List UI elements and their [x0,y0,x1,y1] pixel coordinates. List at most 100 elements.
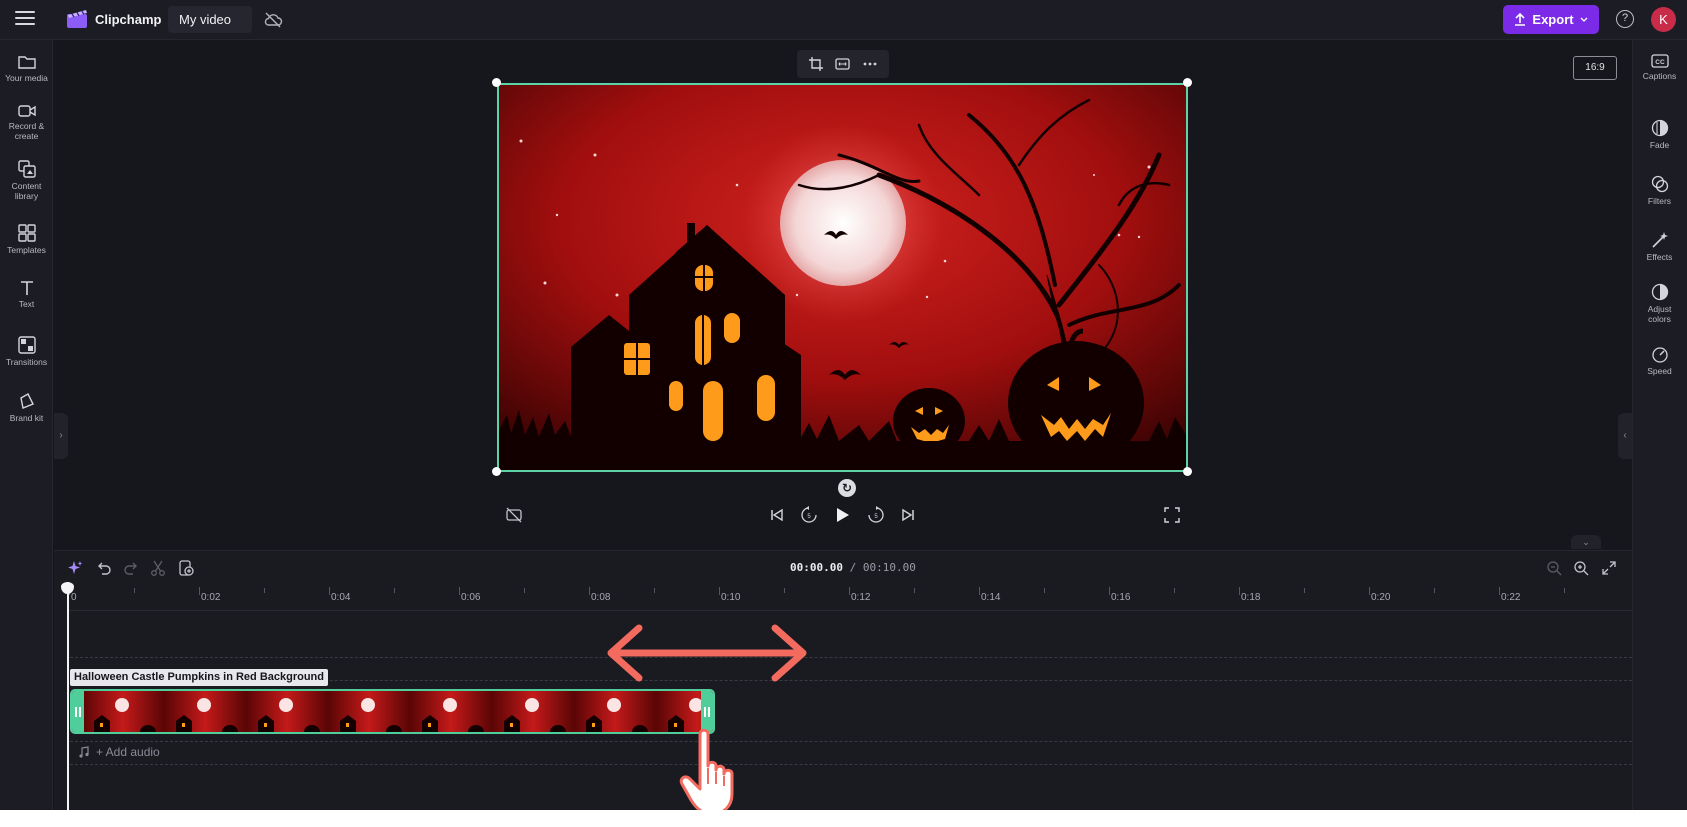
forward-5s-icon[interactable]: 5 [866,505,886,525]
resize-handle-bottom-right[interactable] [1183,467,1192,476]
sidebar-label: Templates [7,245,46,255]
sidebar-label: Speed [1647,366,1672,376]
sidebar-item-captions[interactable]: CC Captions [1633,54,1686,81]
rotate-icon[interactable]: ↻ [838,479,856,497]
export-label: Export [1532,12,1574,27]
undo-icon[interactable] [95,559,113,577]
sidebar-item-templates[interactable]: Templates [0,224,53,255]
ruler-minor-tick [1044,588,1045,593]
svg-text:5: 5 [874,514,878,520]
sidebar-label: Filters [1647,196,1672,206]
magic-sparkle-icon[interactable] [66,559,84,577]
sidebar-label: Transitions [5,357,48,367]
effects-icon [1651,232,1668,248]
resize-handle-bottom-left[interactable] [492,467,501,476]
redo-icon[interactable] [122,559,140,577]
double-arrow-icon [607,624,807,682]
ruler-tick [589,587,590,595]
ruler-label: 0:22 [1501,592,1521,603]
zoom-in-icon[interactable] [1572,559,1590,577]
sidebar-item-filters[interactable]: Filters [1633,175,1686,206]
halloween-scene-image [499,85,1186,470]
clip-thumbnail [410,691,492,732]
fit-timeline-icon[interactable] [1600,559,1618,577]
ruler-tick [1499,587,1500,595]
sidebar-item-record-create[interactable]: Record & create [0,104,53,141]
rewind-5s-icon[interactable]: 5 [799,505,819,525]
ruler-minor-tick [134,588,135,593]
preview-toolbar [797,50,889,78]
avatar[interactable]: K [1651,7,1676,32]
skip-forward-icon[interactable] [898,505,918,525]
ruler-label: 0:08 [591,592,611,603]
cloud-off-icon[interactable] [263,11,283,29]
playhead-line[interactable] [67,582,69,827]
sidebar-label: Fade [1649,140,1670,150]
zoom-out-icon[interactable] [1545,559,1563,577]
project-name-field[interactable]: My video [168,6,252,33]
camera-icon [17,105,36,117]
sidebar-label: Captions [1642,71,1677,81]
hide-preview-icon[interactable] [504,505,524,525]
ruler-label: 0:02 [201,592,221,603]
clip-title: Halloween Castle Pumpkins in Red Backgro… [70,669,328,686]
sidebar-label-line2: library [14,191,39,201]
ruler-tick [459,587,460,595]
export-button[interactable]: Export [1503,5,1599,34]
clipchamp-logo-icon [67,10,87,28]
video-clip[interactable] [70,689,715,734]
ruler-label: 0:04 [331,592,351,603]
ruler-tick [979,587,980,595]
templates-icon [17,224,36,242]
sidebar-label-line2: colors [1648,314,1671,324]
fade-icon [1651,119,1668,137]
clip-trim-handle-left[interactable] [72,691,84,732]
split-scissors-icon[interactable] [149,559,167,577]
empty-track-divider [70,657,1632,658]
menu-icon[interactable] [15,11,35,27]
sidebar-label: Your media [5,73,48,83]
crop-icon[interactable] [809,57,824,71]
fit-icon[interactable] [835,58,851,70]
sidebar-item-transitions[interactable]: Transitions [0,336,53,367]
collapse-timeline-icon[interactable]: ⌄ [1571,535,1601,549]
aspect-ratio-button[interactable]: 16:9 [1573,56,1617,80]
ruler-minor-tick [1434,588,1435,593]
sidebar-item-brand-kit[interactable]: Brand kit [0,392,53,423]
sidebar-label: Content [11,181,42,191]
sidebar-item-content-library[interactable]: Content library [0,160,53,201]
ruler-label: 0:06 [461,592,481,603]
ruler-tick [199,587,200,595]
clip-thumbnail [574,691,656,732]
sidebar-item-speed[interactable]: Speed [1633,345,1686,376]
clip-thumbnails-image [82,691,713,732]
resize-handle-top-right[interactable] [1183,78,1192,87]
clip-trim-handle-right[interactable] [701,691,713,732]
skip-back-icon[interactable] [767,505,787,525]
sidebar-item-your-media[interactable]: Your media [0,54,53,83]
play-icon[interactable] [832,505,852,525]
sidebar-item-fade[interactable]: Fade [1633,119,1686,150]
adjust-colors-icon [1651,283,1668,301]
help-icon[interactable]: ? [1616,10,1634,28]
video-preview-canvas[interactable] [497,83,1188,472]
sidebar-label-line2: create [14,131,39,141]
library-icon [17,160,36,178]
audio-track-divider [70,764,1632,765]
sidebar-item-effects[interactable]: Effects [1633,231,1686,262]
ruler-minor-tick [1564,588,1565,593]
resize-handle-top-left[interactable] [492,78,501,87]
left-panel-expand-icon[interactable]: › [54,413,68,459]
sidebar-item-text[interactable]: Text [0,280,53,309]
fullscreen-icon[interactable] [1162,505,1182,525]
ruler-label: 0:16 [1111,592,1131,603]
ruler-label: 0:10 [721,592,741,603]
sidebar-item-adjust-colors[interactable]: Adjust colors [1633,283,1686,324]
timeline-ruler[interactable]: 0 0:02 0:04 0:06 0:08 0:10 0:12 0:14 0:16 0:18 0:2… [68,585,1632,611]
right-panel-expand-icon[interactable]: ‹ [1618,413,1632,459]
ruler-minor-tick [1174,588,1175,593]
more-options-icon[interactable] [863,62,877,66]
add-audio-track[interactable]: + Add audio [78,745,160,759]
add-media-icon[interactable] [177,559,195,577]
ruler-label: 0:18 [1241,592,1261,603]
